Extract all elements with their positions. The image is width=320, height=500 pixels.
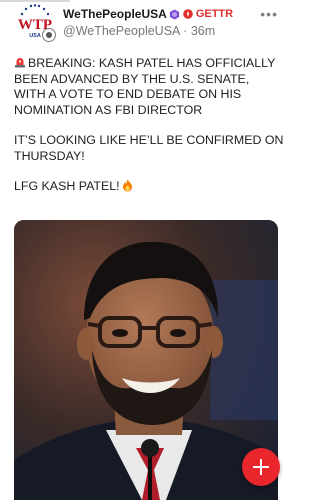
verified-badge-icon xyxy=(169,8,179,20)
add-post-icon xyxy=(253,459,269,475)
siren-emoji-icon xyxy=(15,58,25,68)
more-options-icon[interactable]: ••• xyxy=(260,6,278,22)
post-header: WeThePeopleUSA GETTR @WeThePeopleUSA · 3… xyxy=(63,6,292,38)
post-image[interactable] xyxy=(14,220,278,500)
post-time: 36m xyxy=(190,24,216,38)
post-text: BREAKING: KASH PATEL HAS OFFICIALLY BEEN… xyxy=(14,56,284,210)
gettr-logo-icon xyxy=(183,9,193,19)
add-post-button[interactable] xyxy=(242,448,280,486)
portrait-photo xyxy=(14,220,278,500)
avatar-status-icon xyxy=(42,28,56,42)
svg-text:USA: USA xyxy=(29,33,41,39)
post-paragraph-3: LFG KASH PATEL! xyxy=(14,179,284,195)
separator-dot: · xyxy=(183,24,191,38)
handle[interactable]: @WeThePeopleUSA xyxy=(63,24,180,38)
fire-emoji-icon xyxy=(122,179,132,192)
post-paragraph-1: BREAKING: KASH PATEL HAS OFFICIALLY BEEN… xyxy=(14,56,276,117)
source-label: GETTR xyxy=(195,8,234,20)
post-paragraph-2: IT’S LOOKING LIKE HE’LL BE CONFIRMED ON … xyxy=(14,133,284,163)
handle-and-time: @WeThePeopleUSA · 36m xyxy=(63,24,292,38)
display-name[interactable]: WeThePeopleUSA xyxy=(63,7,167,21)
